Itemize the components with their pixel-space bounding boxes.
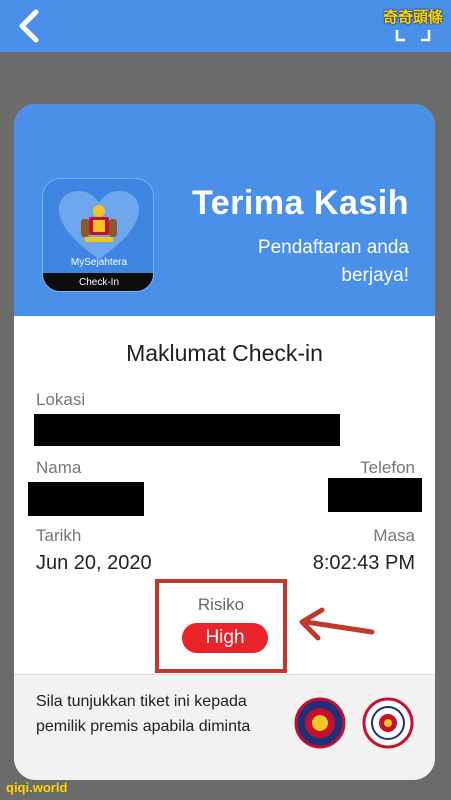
checkin-ticket-card: MySejahtera Check-In Terima Kasih Pendaf… bbox=[14, 104, 435, 780]
location-redacted bbox=[34, 414, 340, 446]
ticket-footer: Sila tunjukkan tiket ini kepada pemilik … bbox=[14, 674, 435, 780]
back-arrow-icon[interactable] bbox=[10, 6, 50, 46]
phone-label: Telefon bbox=[360, 458, 415, 477]
date-value: Jun 20, 2020 bbox=[36, 552, 152, 574]
watermark-bottom: qiqi.world bbox=[6, 780, 68, 795]
card-header: MySejahtera Check-In Terima Kasih Pendaf… bbox=[14, 104, 435, 316]
watermark-top: 奇奇頭條 bbox=[382, 9, 443, 26]
app-name: MySejahtera bbox=[70, 257, 128, 268]
name-label: Nama bbox=[36, 458, 82, 477]
phone-redacted bbox=[328, 478, 422, 512]
government-crest-icon bbox=[81, 205, 117, 242]
app-icon: MySejahtera Check-In bbox=[42, 178, 154, 292]
kkm-seal-icon bbox=[362, 697, 414, 749]
app-badge: Check-In bbox=[43, 273, 153, 291]
top-bar: 奇奇頭條 bbox=[0, 0, 451, 52]
time-value: 8:02:43 PM bbox=[312, 552, 415, 574]
name-redacted bbox=[28, 482, 144, 516]
thanks-subtitle: Pendaftaran anda berjaya! bbox=[257, 237, 409, 286]
risk-highlight-box: Risiko High bbox=[155, 579, 287, 673]
thanks-title: Terima Kasih bbox=[191, 184, 409, 222]
date-label: Tarikh bbox=[36, 526, 82, 545]
annotation-arrow-icon bbox=[299, 607, 375, 641]
mkn-seal-icon bbox=[294, 697, 346, 749]
risk-status-badge: High bbox=[182, 623, 268, 653]
risk-label: Risiko bbox=[197, 595, 245, 614]
checkin-info-title: Maklumat Check-in bbox=[126, 340, 323, 366]
location-label: Lokasi bbox=[36, 390, 86, 409]
footer-instruction: Sila tunjukkan tiket ini kepada pemilik … bbox=[36, 693, 251, 735]
time-label: Masa bbox=[373, 526, 415, 545]
